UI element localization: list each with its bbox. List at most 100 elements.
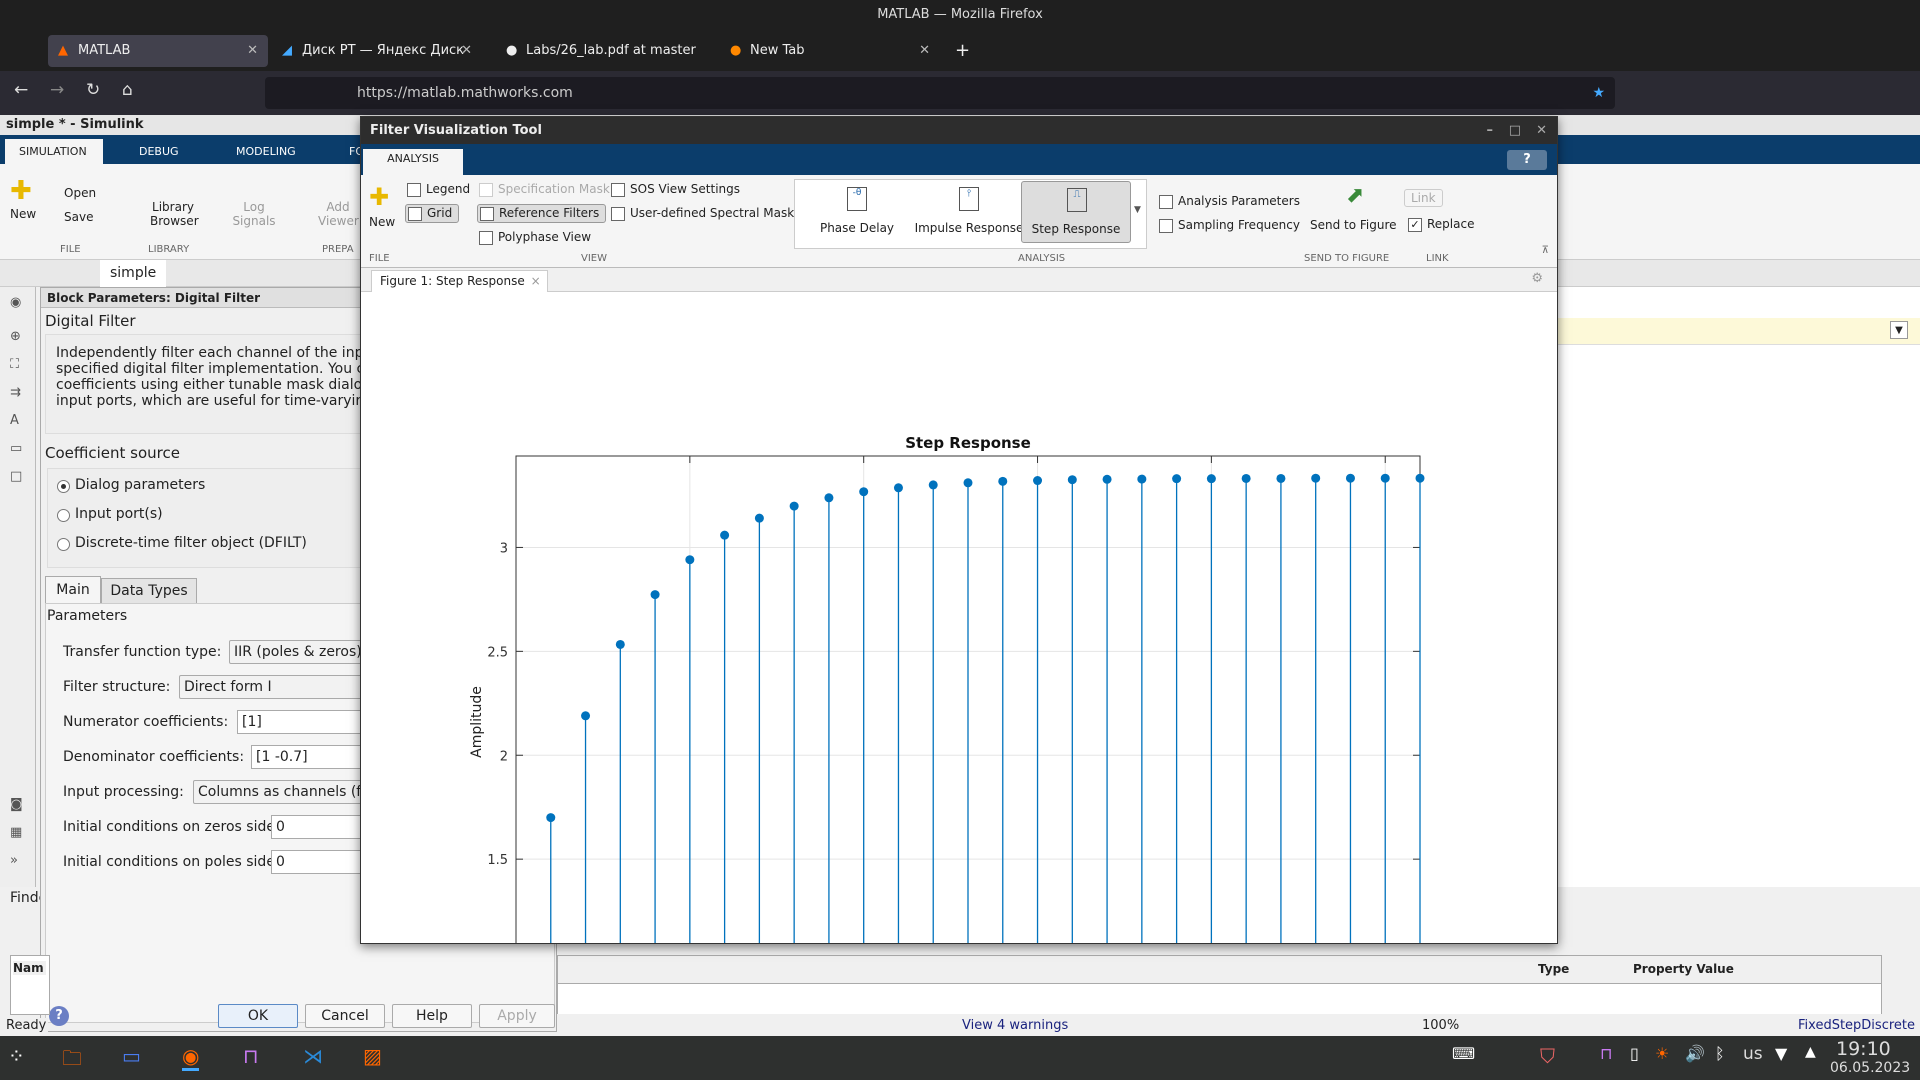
hide-explorer-icon[interactable]: ◉ [10, 295, 21, 310]
clock-time[interactable]: 19:10 [1836, 1038, 1891, 1060]
spec-mask-button[interactable]: Specification Mask [479, 182, 610, 197]
tab-analysis[interactable]: ANALYSIS [363, 149, 463, 175]
new-figure-button[interactable]: New [369, 215, 395, 229]
bag-icon[interactable]: ⊓ [1600, 1044, 1612, 1063]
sampling-frequency-button[interactable]: Sampling Frequency [1159, 218, 1300, 233]
analysis-parameters-button[interactable]: Analysis Parameters [1159, 194, 1300, 209]
new-button[interactable]: New [10, 207, 36, 221]
back-icon[interactable]: ← [14, 80, 28, 100]
tab-data-types[interactable]: Data Types [101, 578, 197, 604]
keyboard-layout[interactable]: us [1743, 1044, 1763, 1064]
store-icon[interactable]: ⊓ [243, 1044, 259, 1068]
link-button[interactable]: Link [1404, 189, 1443, 207]
tab-main[interactable]: Main [45, 576, 101, 604]
cancel-button[interactable]: Cancel [305, 1004, 385, 1028]
bookmark-star-icon[interactable]: ★ [1592, 77, 1605, 109]
help-icon[interactable]: ? [49, 1006, 69, 1026]
home-icon[interactable]: ⌂ [122, 80, 133, 100]
stem-marker [824, 493, 834, 503]
column-name[interactable]: Nam [13, 961, 46, 975]
new-tab-button[interactable]: + [950, 35, 970, 67]
property-icon[interactable]: ▦ [10, 825, 22, 840]
phase-delay-button[interactable]: -θ Phase Delay [807, 181, 907, 243]
button-label: Sampling Frequency [1178, 218, 1300, 232]
gallery-expand-icon[interactable]: ▼ [1134, 205, 1141, 215]
close-tab-icon[interactable]: ✕ [247, 35, 258, 67]
impulse-response-button[interactable]: ⫯ Impulse Response [914, 181, 1024, 243]
figure-tab[interactable]: Figure 1: Step Response × [371, 270, 548, 292]
keyboard-icon[interactable]: ⌨ [1452, 1044, 1475, 1063]
image-icon[interactable]: ▭ [10, 441, 22, 456]
ok-button[interactable]: OK [218, 1004, 298, 1028]
image-viewer-icon[interactable]: ▨ [363, 1044, 382, 1068]
wifi-icon[interactable]: ▼ [1775, 1044, 1787, 1063]
apply-button[interactable]: Apply [479, 1004, 555, 1028]
solver-link[interactable]: FixedStepDiscrete [1798, 1018, 1915, 1033]
tray-expand-icon[interactable]: ▲ [1805, 1044, 1816, 1060]
reload-icon[interactable]: ↻ [86, 80, 100, 100]
tab-modeling[interactable]: MODELING [222, 139, 310, 164]
area-icon[interactable]: □ [10, 469, 22, 484]
user-spectral-mask-button[interactable]: User-defined Spectral Mask [611, 206, 794, 221]
clipboard-icon[interactable]: ▯ [1630, 1044, 1639, 1063]
browser-tab-disk[interactable]: ◢ Диск РТ — Яндекс Диск ✕ [272, 35, 482, 67]
step-response-button[interactable]: ⎍ Step Response [1021, 181, 1131, 243]
description-line: input ports, which are useful for time-v… [56, 393, 362, 409]
bluetooth-icon[interactable]: ᛒ [1715, 1044, 1725, 1063]
taskbar: ⁘ 🗀 ▭ ◉ ⊓ ⋊ ▨ ⌨ ⛉ ⊓ ▯ ☀ 🔊 ᛒ us ▼ ▲ 19:10… [0, 1036, 1920, 1080]
minimize-icon[interactable]: – [1487, 117, 1494, 144]
log-signals-button[interactable]: Log Signals [232, 200, 276, 228]
warnings-link[interactable]: View 4 warnings [962, 1018, 1068, 1033]
reference-filters-button[interactable]: Reference Filters [477, 204, 607, 223]
library-browser-button[interactable]: Library Browser [150, 200, 199, 228]
close-figure-icon[interactable]: × [531, 271, 541, 291]
browser-tab-new[interactable]: ● New Tab ✕ [720, 35, 940, 67]
breadcrumb[interactable]: simple [100, 260, 167, 287]
close-tab-icon[interactable]: ✕ [461, 35, 472, 67]
forward-icon[interactable]: → [50, 80, 64, 100]
add-viewer-button[interactable]: Add Viewer [318, 200, 359, 228]
replace-checkbox[interactable]: ✓ Replace [1408, 217, 1474, 232]
annotation-icon[interactable]: A [10, 413, 19, 428]
close-tab-icon[interactable]: ✕ [919, 35, 930, 67]
figure-options-icon[interactable]: ⚙ [1531, 271, 1543, 286]
firefox-taskbar-icon[interactable]: ◉ [182, 1044, 200, 1071]
expand-icon[interactable]: » [10, 853, 18, 868]
tab-simulation[interactable]: SIMULATION [5, 139, 103, 164]
open-button[interactable]: Open [64, 186, 96, 200]
close-icon[interactable]: ✕ [1536, 117, 1547, 144]
bulb-icon[interactable]: ☀ [1655, 1044, 1669, 1063]
file-manager-icon[interactable]: 🗀 [62, 1044, 82, 1078]
maximize-icon[interactable]: □ [1509, 117, 1521, 144]
shield-icon[interactable]: ⛉ [1540, 1044, 1555, 1068]
save-button[interactable]: Save [64, 210, 93, 224]
sos-view-settings-button[interactable]: SOS View Settings [611, 182, 740, 197]
browser-tab-github[interactable]: ● Labs/26_lab.pdf at master [496, 35, 706, 67]
app-launcher-icon[interactable]: ⁘ [8, 1044, 25, 1068]
figure-tab-strip: Figure 1: Step Response × ⚙ [361, 268, 1557, 292]
zoom-icon[interactable]: ⊕ [10, 329, 21, 344]
radio-dfilt[interactable] [57, 538, 70, 551]
terminal-icon[interactable]: ▭ [122, 1044, 141, 1068]
help-button[interactable]: Help [392, 1004, 472, 1028]
legend-button[interactable]: Legend [407, 182, 470, 197]
column-type[interactable]: Type [1538, 962, 1569, 976]
grid-button[interactable]: Grid [405, 204, 460, 223]
arrow-icon[interactable]: ⇉ [10, 385, 21, 400]
tab-debug[interactable]: DEBUG [125, 139, 193, 164]
url-input[interactable]: https://matlab.mathworks.com ★ [265, 77, 1615, 109]
polyphase-view-button[interactable]: Polyphase View [479, 230, 591, 245]
dropdown-icon[interactable]: ▼ [1890, 321, 1908, 339]
camera-icon[interactable]: ◙ [10, 797, 23, 812]
fit-view-icon[interactable]: ⛶ [10, 357, 19, 372]
collapse-ribbon-icon[interactable]: ⊼ [1542, 245, 1549, 256]
radio-input-ports[interactable] [57, 509, 70, 522]
browser-tab-matlab[interactable]: ▲ MATLAB ✕ [48, 35, 268, 67]
column-property-value[interactable]: Property Value [1633, 962, 1734, 976]
clock-date[interactable]: 06.05.2023 [1830, 1060, 1910, 1076]
volume-icon[interactable]: 🔊 [1685, 1044, 1705, 1063]
radio-dialog-parameters[interactable] [57, 480, 70, 493]
help-button[interactable]: ? [1507, 150, 1547, 170]
send-to-figure-button[interactable]: Send to Figure [1310, 218, 1397, 232]
vscode-icon[interactable]: ⋊ [303, 1044, 323, 1068]
